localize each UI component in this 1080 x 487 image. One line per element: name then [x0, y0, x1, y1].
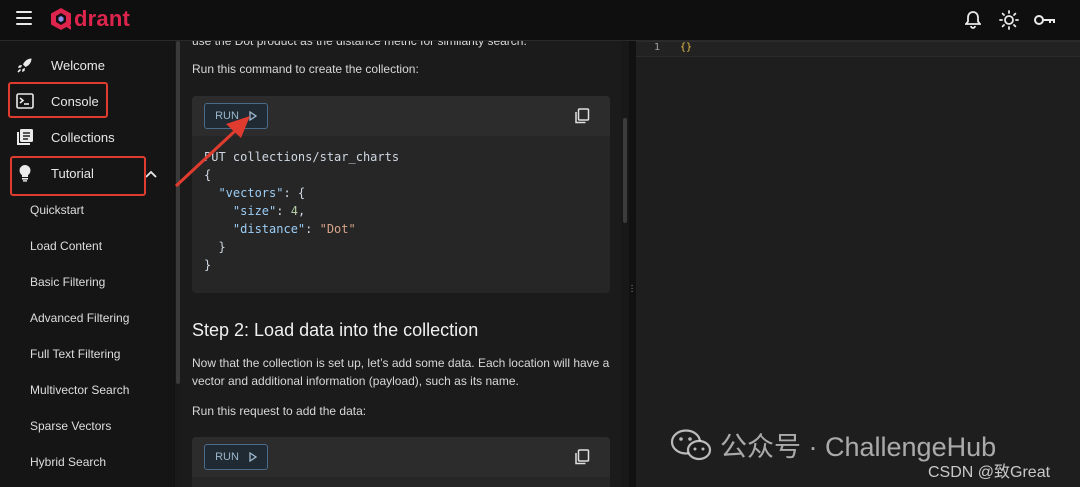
- csdn-watermark: CSDN @致Great: [928, 464, 1051, 481]
- wechat-icon: [670, 428, 712, 460]
- annotation-arrow: [174, 116, 250, 188]
